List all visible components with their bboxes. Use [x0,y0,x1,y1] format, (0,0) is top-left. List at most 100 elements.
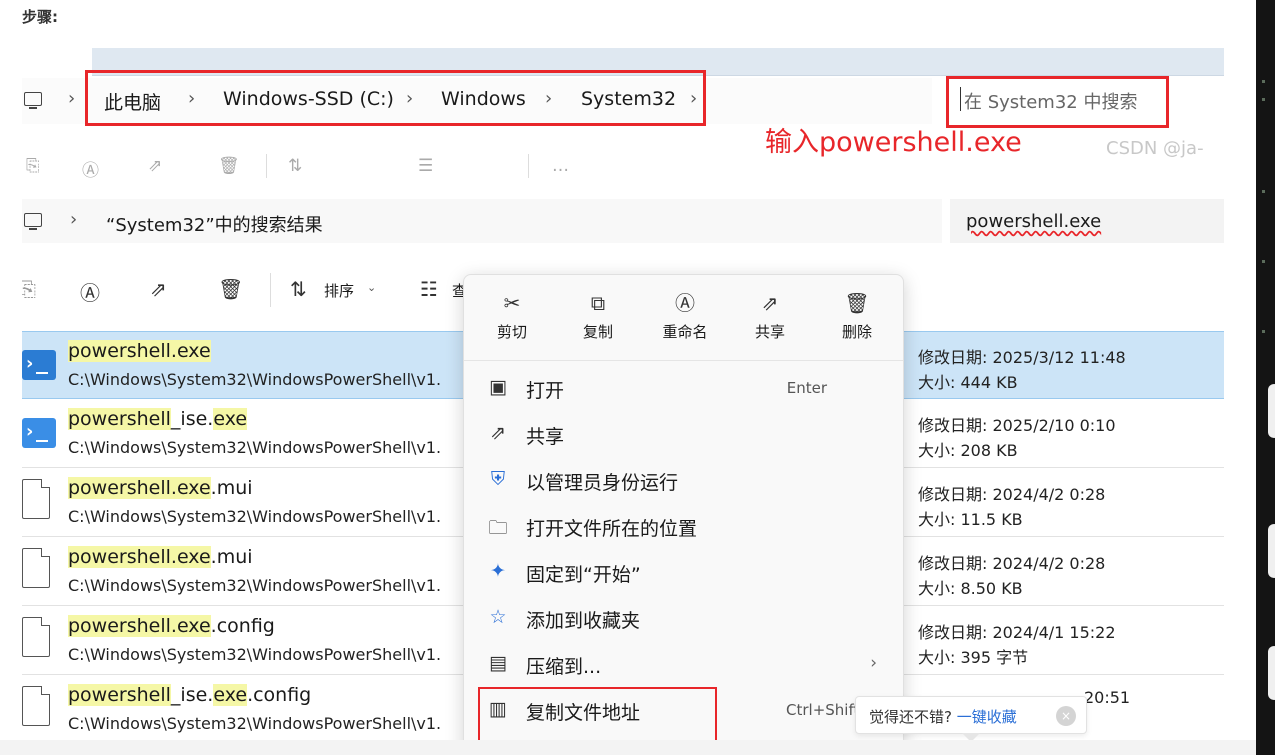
menu-item-add-to-favorites[interactable]: ☆ 添加到收藏夹 [464,595,903,641]
open-icon: ▣ [489,376,507,398]
file-size: 大小: 11.5 KB [918,510,1023,529]
chevron-right-icon: › [870,653,877,673]
command-bar: ⎘ Ⓐ ⇗ 🗑 ⇅ 排序 ⌄ ☷ 查 [22,265,482,315]
menu-item-share[interactable]: ⇗ 共享 [464,411,903,457]
chevron-down-icon: ⌄ [367,281,377,294]
this-pc-icon [24,92,42,109]
explorer-screenshot-address: › 此电脑 › Windows-SSD (C:) › Windows › Sys… [22,48,1224,182]
file-icon [22,548,50,588]
file-modified: 修改日期: 2024/4/2 0:28 [918,485,1106,504]
menu-item-open[interactable]: ▣ 打开 Enter [464,365,903,411]
context-menu-quick-actions: ✂ 剪切 ⧉ 复制 Ⓐ 重命名 ⇗ 共享 🗑 删除 [464,275,903,361]
file-modified-fragment: 20:51 [1084,688,1131,707]
file-size: 大小: 208 KB [918,441,1018,460]
toolbar-separator [266,154,267,178]
rename-icon: Ⓐ [675,291,695,315]
context-menu: ✂ 剪切 ⧉ 复制 Ⓐ 重命名 ⇗ 共享 🗑 删除 ▣ 打开 Enter ⇗ 共… [463,274,904,755]
menu-item-pin-to-start[interactable]: ✦ 固定到“开始” [464,549,903,595]
file-modified: 修改日期: 2025/3/12 11:48 [918,348,1126,367]
view-icon[interactable]: ☷ [420,277,438,301]
file-modified: 修改日期: 2025/2/10 0:10 [918,416,1116,435]
steps-label: 步骤: [22,8,58,26]
share-icon: ⇗ [490,422,506,444]
shortcut-label: Ctrl+Shift [786,701,860,719]
file-name: powershell_ise.exe.config [68,684,312,706]
toolbar-separator [528,154,529,178]
scissors-icon: ✂ [503,291,521,315]
paste-icon[interactable]: ⎘ [22,277,36,301]
rename-icon: Ⓐ [82,161,99,181]
share-icon: ⇗ [761,291,779,315]
sidebar-tab[interactable] [1268,646,1275,700]
file-path: C:\Windows\System32\WindowsPowerShell\v1… [68,645,442,664]
chevron-right-icon: › [70,209,78,230]
file-name: powershell.exe [68,340,211,362]
file-path: C:\Windows\System32\WindowsPowerShell\v1… [68,370,442,389]
prompt-text: 觉得还不错? [869,708,952,726]
sort-icon[interactable]: ⇅ [290,277,307,301]
folder-icon: 🗀 [488,517,508,539]
file-path: C:\Windows\System32\WindowsPowerShell\v1… [68,576,442,595]
one-click-favorite-link[interactable]: 一键收藏 [957,708,1017,726]
rename-button[interactable]: Ⓐ 重命名 [645,289,725,351]
chevron-right-icon: › [68,88,76,109]
search-box[interactable]: powershell.exe [950,199,1224,243]
sort-icon: ⇅ [288,156,303,176]
favorite-prompt: 觉得还不错? 一键收藏 × [855,696,1087,734]
file-size: 大小: 8.50 KB [918,579,1023,598]
this-pc-icon [24,213,42,230]
breadcrumb-search-results[interactable]: “System32”中的搜索结果 [106,211,323,237]
powershell-icon: › [22,350,56,380]
toolbar-cropped: ⎘ Ⓐ ⇗ 🗑 ⇅ ☰ … [22,154,722,182]
menu-item-run-as-admin[interactable]: ⛨ 以管理员身份运行 [464,457,903,503]
copy-path-highlight-box [478,687,717,743]
file-icon [22,686,50,726]
file-name: powershell.exe.mui [68,546,253,568]
annotation-text: 输入powershell.exe [765,127,1022,158]
sort-button[interactable]: 排序 [324,280,354,301]
more-icon: … [552,156,569,176]
file-modified: 修改日期: 2024/4/1 15:22 [918,623,1116,642]
file-size: 大小: 395 字节 [918,648,1029,667]
file-path: C:\Windows\System32\WindowsPowerShell\v1… [68,438,442,457]
powershell-ise-icon: › [22,418,56,448]
address-bar[interactable]: › “System32”中的搜索结果 [22,199,942,243]
share-icon[interactable]: ⇗ [150,277,167,301]
menu-item-open-file-location[interactable]: 🗀 打开文件所在的位置 [464,503,903,549]
close-icon[interactable]: × [1056,706,1076,726]
file-name: powershell.exe.mui [68,477,253,499]
file-icon [22,479,50,519]
trash-icon: 🗑 [844,291,870,315]
trash-icon[interactable]: 🗑 [218,277,243,301]
page-bottom-bar [0,740,1275,755]
file-size: 大小: 444 KB [918,373,1018,392]
file-icon [22,617,50,657]
view-icon: ☰ [418,156,434,176]
file-path: C:\Windows\System32\WindowsPowerShell\v1… [68,507,442,526]
zip-icon: ▤ [489,652,507,674]
toolbar-separator [270,273,271,307]
admin-shield-icon: ⛨ [490,468,506,490]
watermark: CSDN @ja- [1106,138,1204,159]
search-input[interactable]: powershell.exe [966,211,1101,232]
shortcut-label: Enter [786,379,827,397]
file-name: powershell.exe.config [68,615,275,637]
file-path: C:\Windows\System32\WindowsPowerShell\v1… [68,714,442,733]
delete-button[interactable]: 🗑 删除 [817,289,897,351]
copy-icon: ⧉ [590,291,606,315]
menu-item-compress-to[interactable]: ▤ 压缩到... › [464,641,903,687]
file-modified: 修改日期: 2024/4/2 0:28 [918,554,1106,573]
right-sidebar-edge [1256,0,1275,755]
pin-icon: ✦ [490,560,506,582]
copy-button[interactable]: ⧉ 复制 [558,289,638,351]
share-icon: ⇗ [148,156,163,176]
sidebar-tab[interactable] [1268,384,1275,438]
file-name: powershell_ise.exe [68,408,248,430]
sidebar-tab[interactable] [1268,524,1275,578]
star-icon: ☆ [489,606,507,628]
cut-button[interactable]: ✂ 剪切 [472,289,552,351]
address-highlight-box [85,70,706,126]
trash-icon: 🗑 [218,156,240,176]
share-button[interactable]: ⇗ 共享 [730,289,810,351]
rename-icon[interactable]: Ⓐ [80,277,100,306]
